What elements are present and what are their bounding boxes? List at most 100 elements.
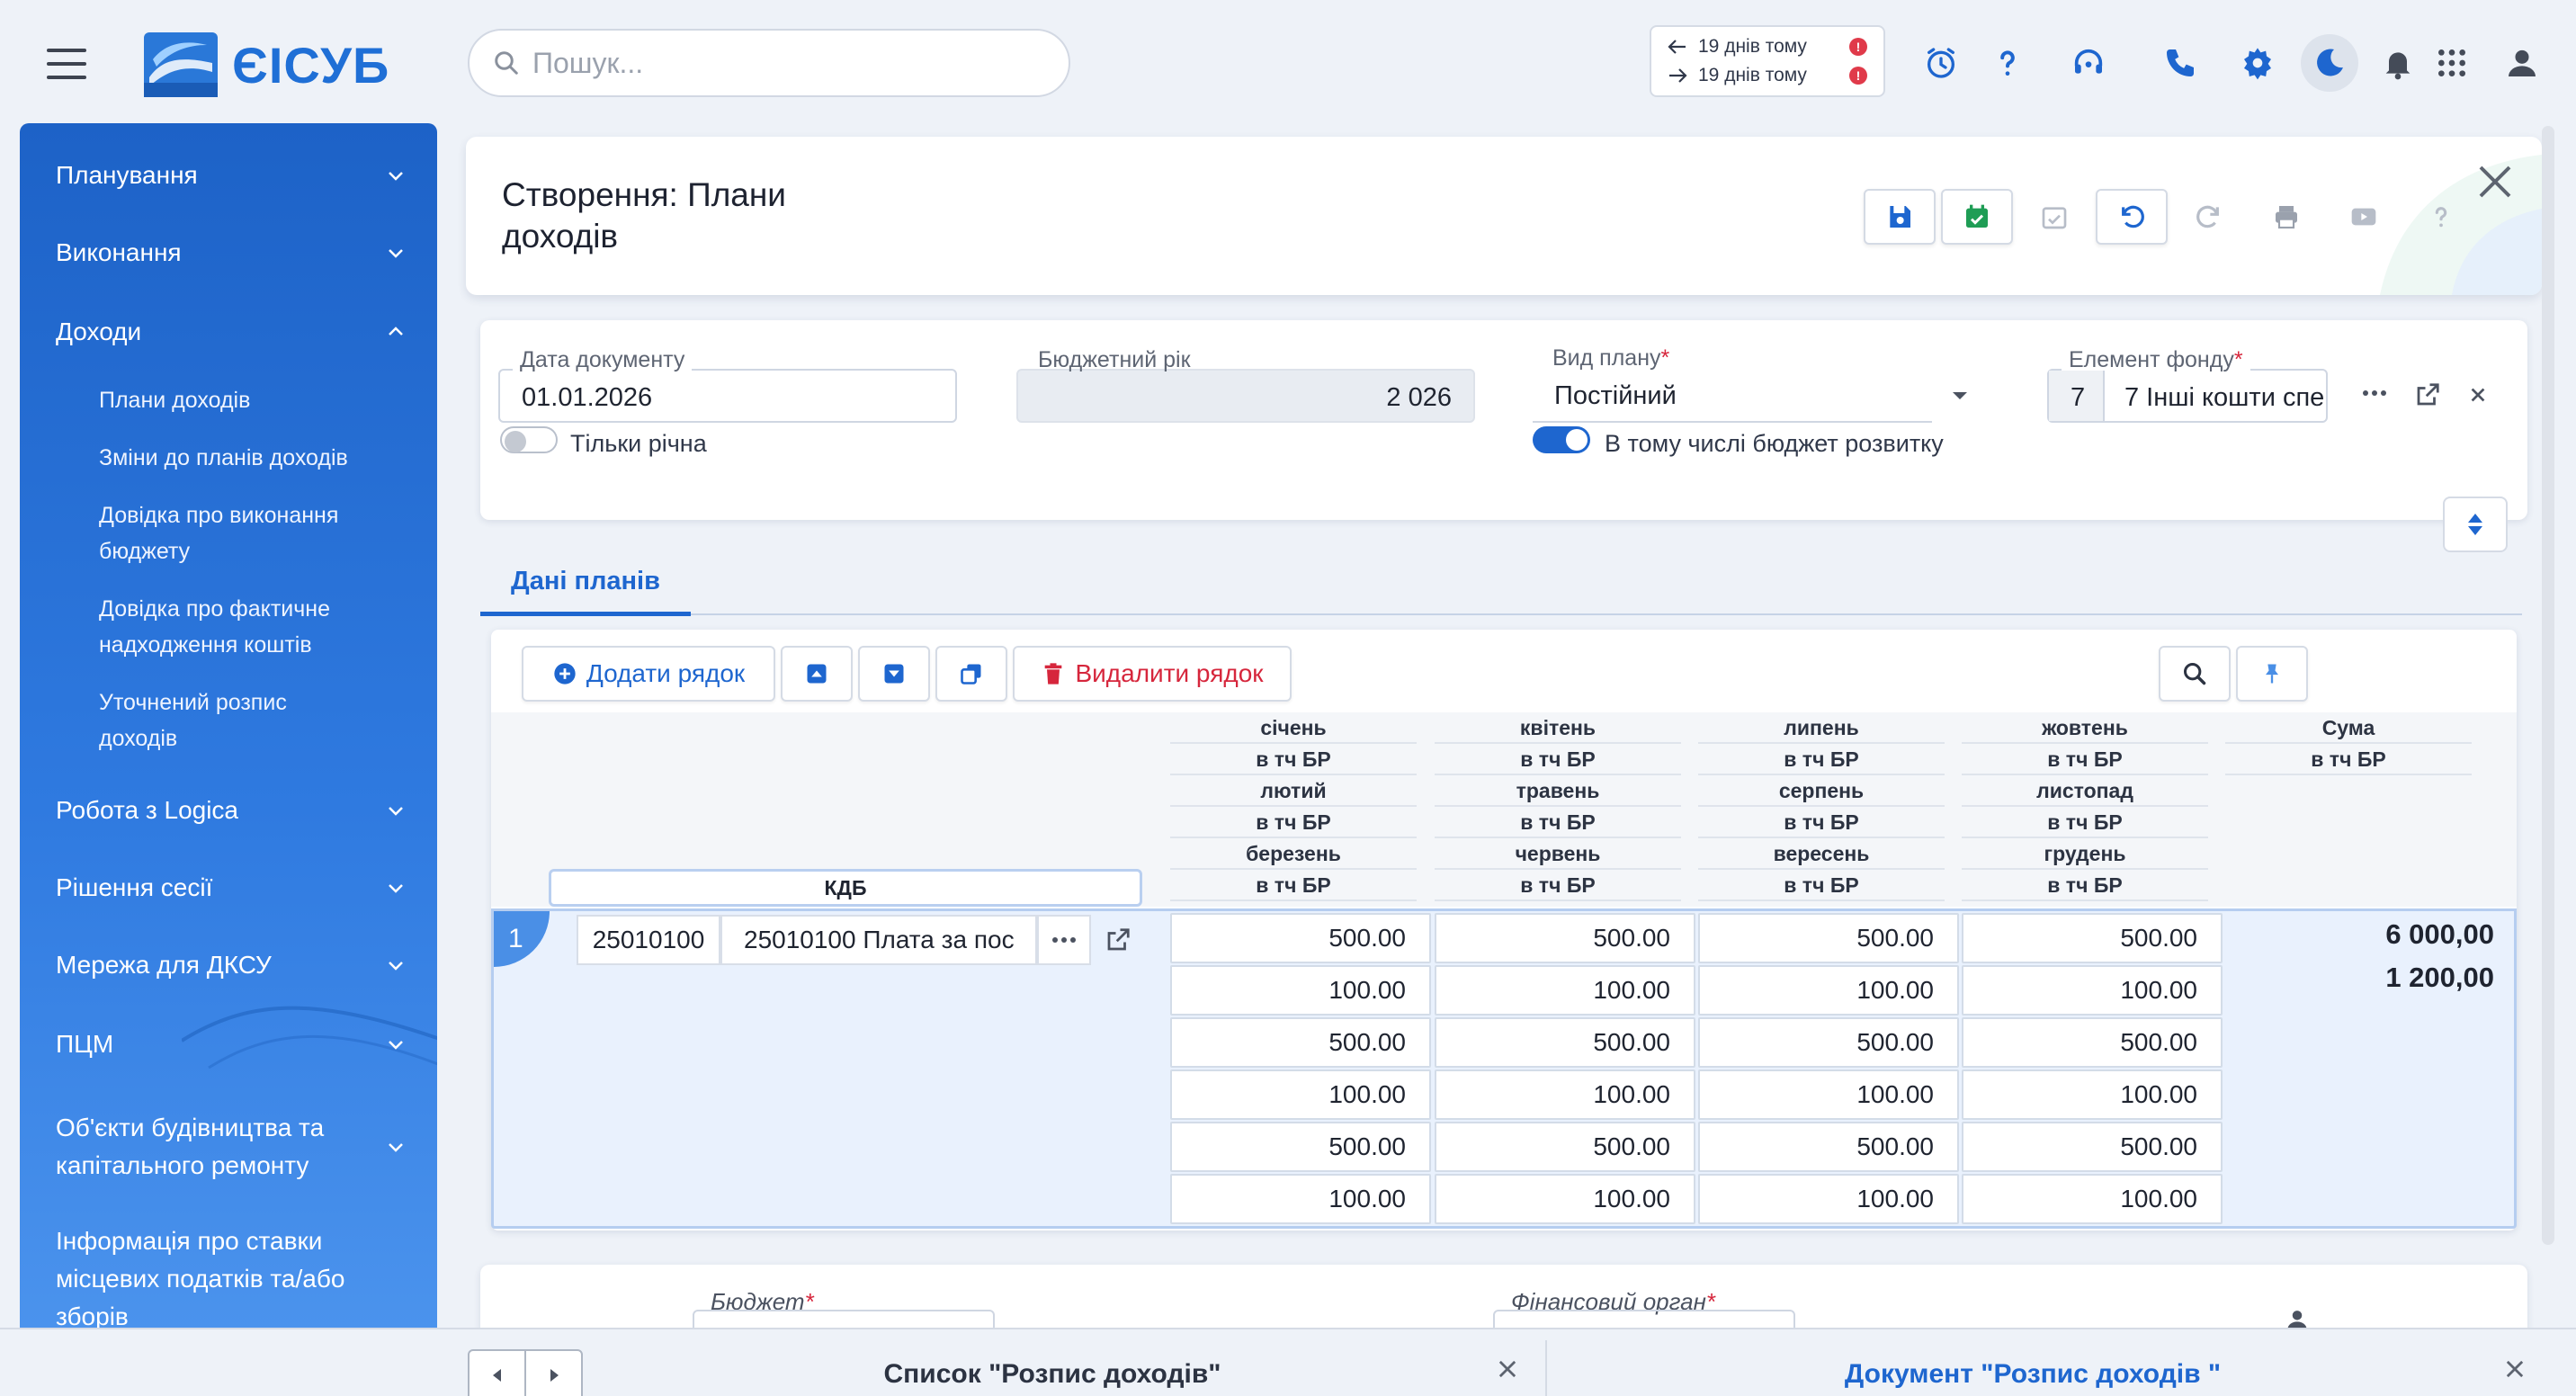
doc-date-field[interactable]: Дата документу 01.01.2026 [498, 347, 957, 423]
apps-grid-icon[interactable] [2423, 34, 2481, 92]
page-scrollbar[interactable] [2542, 126, 2554, 1245]
month-cell[interactable]: 500.00 [1435, 1122, 1695, 1172]
app-logo[interactable]: ЄІСУБ [144, 32, 389, 97]
month-cell[interactable]: 100.00 [1435, 1069, 1695, 1120]
plan-type-label: Вид плану* [1545, 345, 1677, 371]
month-cell[interactable]: 500.00 [1698, 1017, 1959, 1068]
navigation-history[interactable]: 19 днів тому ! 19 днів тому ! [1650, 25, 1885, 97]
tab-next-button[interactable] [526, 1351, 581, 1396]
search-box[interactable] [468, 29, 1070, 97]
month-cell[interactable]: 100.00 [1962, 1174, 2223, 1224]
kdb-open-button[interactable] [1091, 915, 1145, 965]
add-row-button[interactable]: Додати рядок [522, 646, 775, 702]
help-icon[interactable] [1979, 34, 2036, 92]
sidebar-item-local-tax-rates[interactable]: Інформація про ставки місцевих податків … [56, 1222, 407, 1336]
sidebar-subitem-execution-report[interactable]: Довідка про виконання бюджету [99, 497, 405, 569]
move-down-button[interactable] [858, 646, 930, 702]
tab-prev-button[interactable] [470, 1351, 526, 1396]
annual-only-toggle[interactable] [500, 426, 558, 453]
month-cell[interactable]: 100.00 [1435, 1174, 1695, 1224]
close-icon[interactable] [1495, 1356, 1520, 1382]
sidebar-subitem-plan-changes[interactable]: Зміни до планів доходів [99, 440, 419, 476]
menu-icon[interactable] [47, 49, 86, 79]
undo-button[interactable] [2096, 189, 2168, 245]
column-header: в тч БР [1170, 744, 1417, 775]
chevron-down-icon[interactable] [1950, 389, 1970, 403]
month-cell[interactable]: 100.00 [1170, 1069, 1431, 1120]
collapse-form-button[interactable] [2443, 497, 2508, 552]
month-cell[interactable]: 100.00 [1962, 1069, 2223, 1120]
sidebar-item-session-decisions[interactable]: Рішення сесії [56, 873, 407, 902]
kdb-code-cell[interactable]: 25010100 [577, 915, 720, 965]
close-icon[interactable] [2502, 1356, 2527, 1382]
sidebar-item-revenues[interactable]: Доходи [56, 318, 407, 346]
month-cell[interactable]: 100.00 [1698, 965, 1959, 1016]
save-button[interactable] [1864, 189, 1936, 245]
month-cell[interactable]: 500.00 [1170, 1017, 1431, 1068]
month-cell[interactable]: 500.00 [1435, 913, 1695, 963]
sidebar-item-construction-objects[interactable]: Об'єкти будівництва та капітального ремо… [56, 1109, 407, 1185]
kdb-name-cell[interactable]: 25010100 Плата за пос [720, 915, 1037, 965]
doc-date-value: 01.01.2026 [522, 383, 653, 412]
month-cell[interactable]: 500.00 [1435, 1017, 1695, 1068]
history-forward[interactable]: 19 днів тому ! [1668, 65, 1867, 86]
support-headset-icon[interactable] [2060, 34, 2117, 92]
calendar-check-disabled-button[interactable] [2018, 189, 2090, 245]
sidebar-item-dksu-network[interactable]: Мережа для ДКСУ [56, 951, 407, 980]
phone-icon[interactable] [2151, 34, 2209, 92]
clear-icon[interactable] [2468, 385, 2488, 405]
sidebar-item-logica[interactable]: Робота з Logica [56, 796, 407, 825]
fund-element-field[interactable]: Елемент фонду* 7 7 Інші кошти спе [2047, 347, 2328, 423]
include-development-toggle[interactable] [1533, 426, 1590, 453]
month-cell[interactable]: 100.00 [1435, 965, 1695, 1016]
month-cell[interactable]: 500.00 [1962, 1017, 2223, 1068]
open-tab-income-schedule-document[interactable]: Документ "Розпис доходів " [1547, 1351, 2518, 1396]
sidebar-item-pcm[interactable]: ПЦМ [56, 1030, 407, 1059]
kdb-more-button[interactable] [1037, 915, 1091, 965]
alarm-clock-icon[interactable] [1912, 34, 1970, 92]
sidebar-item-planning[interactable]: Планування [56, 161, 407, 190]
redo-button[interactable] [2173, 189, 2245, 245]
sidebar-item-label: Інформація про ставки місцевих податків … [56, 1227, 345, 1330]
kdb-column-header[interactable]: КДБ [549, 869, 1142, 907]
month-cell[interactable]: 100.00 [1962, 965, 2223, 1016]
sidebar-subitem-actual-receipts[interactable]: Довідка про фактичне надходження коштів [99, 591, 405, 663]
dark-mode-icon[interactable] [2301, 34, 2358, 92]
month-cell[interactable]: 100.00 [1170, 1174, 1431, 1224]
month-cell[interactable]: 500.00 [1170, 913, 1431, 963]
video-help-button[interactable] [2328, 189, 2400, 245]
search-input[interactable] [532, 46, 1036, 80]
move-up-button[interactable] [781, 646, 853, 702]
open-external-icon[interactable] [2414, 381, 2441, 408]
sidebar-subitem-revenue-plans[interactable]: Плани доходів [99, 382, 419, 418]
close-icon[interactable] [2473, 160, 2517, 203]
sidebar-subitem-revised-schedule[interactable]: Уточнений розпис доходів [99, 685, 369, 756]
copy-row-button[interactable] [935, 646, 1007, 702]
more-icon[interactable] [2362, 389, 2387, 398]
tab-divider [480, 613, 2522, 615]
open-tab-income-schedule-list[interactable]: Список "Розпис доходів" [594, 1351, 1511, 1396]
month-cell[interactable]: 100.00 [1170, 965, 1431, 1016]
pin-button[interactable] [2236, 646, 2308, 702]
save-and-post-button[interactable] [1941, 189, 2013, 245]
delete-row-button[interactable]: Видалити рядок [1013, 646, 1292, 702]
month-cell[interactable]: 100.00 [1698, 1069, 1959, 1120]
month-cell[interactable]: 500.00 [1962, 1122, 2223, 1172]
month-cell[interactable]: 500.00 [1698, 913, 1959, 963]
sidebar-item-label: Доходи [56, 318, 142, 345]
table-row[interactable]: 1 25010100 25010100 Плата за пос 500.00 … [491, 908, 2517, 1229]
month-cell[interactable]: 500.00 [1170, 1122, 1431, 1172]
month-cell[interactable]: 500.00 [1698, 1122, 1959, 1172]
bell-icon[interactable] [2369, 34, 2427, 92]
month-cell[interactable]: 100.00 [1698, 1174, 1959, 1224]
user-icon[interactable] [2493, 34, 2551, 92]
page-help-button[interactable] [2405, 189, 2477, 245]
sidebar-item-execution[interactable]: Виконання [56, 238, 407, 267]
print-button[interactable] [2250, 189, 2322, 245]
month-cell[interactable]: 500.00 [1962, 913, 2223, 963]
plan-type-select[interactable]: Вид плану* Постійний [1533, 345, 1932, 423]
history-back[interactable]: 19 днів тому ! [1668, 36, 1867, 58]
tab-plans-data[interactable]: Дані планів [480, 567, 691, 615]
grid-search-button[interactable] [2159, 646, 2231, 702]
settings-icon[interactable] [2229, 34, 2286, 92]
